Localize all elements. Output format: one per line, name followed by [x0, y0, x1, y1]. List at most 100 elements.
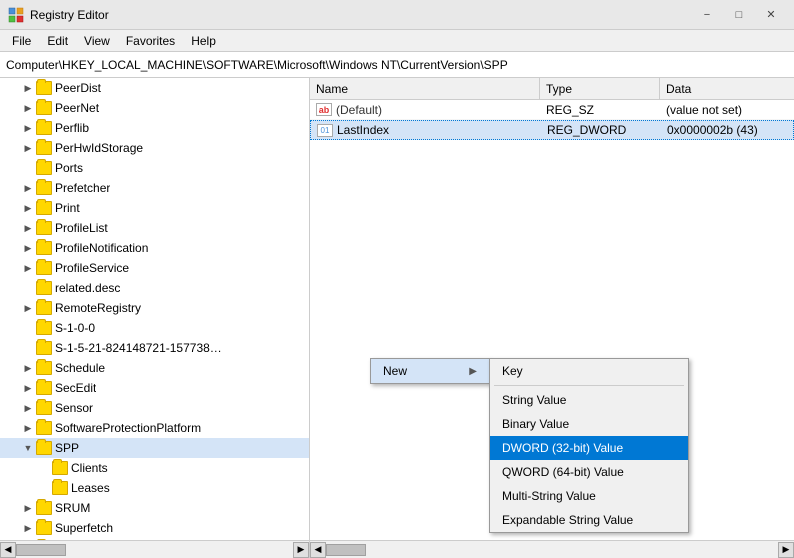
tree-item[interactable]: ▶ProfileList — [0, 218, 309, 238]
reg-scroll-right[interactable]: ▶ — [778, 542, 794, 558]
expand-btn[interactable] — [20, 160, 36, 176]
tree-item-label: SecEdit — [55, 381, 96, 395]
tree-scroll-left[interactable]: ◀ — [0, 542, 16, 558]
tree-item[interactable]: ▼SPP — [0, 438, 309, 458]
tree-hscroll: ◀ ▶ — [0, 541, 310, 558]
tree-item[interactable]: ▶ Superfetch — [0, 518, 309, 538]
expand-btn[interactable] — [36, 460, 52, 476]
expand-btn[interactable]: ▶ — [20, 360, 36, 376]
tree-item[interactable]: ▶ Print — [0, 198, 309, 218]
expand-btn[interactable]: ▶ — [20, 300, 36, 316]
tree-item-label: Perflib — [55, 121, 89, 135]
tree-item[interactable]: ▶ Prefetcher — [0, 178, 309, 198]
reg-scroll-left[interactable]: ◀ — [310, 542, 326, 558]
expand-btn[interactable]: ▼ — [20, 440, 36, 456]
expand-btn[interactable]: ▶ — [20, 500, 36, 516]
tree-item-label: Print — [55, 201, 80, 215]
expand-btn[interactable]: ▶ — [20, 80, 36, 96]
folder-icon — [36, 201, 52, 215]
tree-item[interactable]: ▶RemoteRegistry — [0, 298, 309, 318]
tree-item[interactable]: S-1-0-0 — [0, 318, 309, 338]
table-row[interactable]: 01LastIndexREG_DWORD0x0000002b (43) — [310, 120, 794, 140]
menu-help[interactable]: Help — [183, 32, 224, 50]
tree-item[interactable]: related.desc — [0, 278, 309, 298]
ctx-new-item[interactable]: New ▶ — [371, 359, 489, 383]
maximize-button[interactable]: □ — [724, 4, 754, 26]
registry-hscroll: ◀ ▶ — [310, 541, 794, 558]
folder-icon — [36, 381, 52, 395]
tree-item[interactable]: ▶ PerHwIdStorage — [0, 138, 309, 158]
expand-btn[interactable]: ▶ — [20, 520, 36, 536]
tree-item-label: Sensor — [55, 401, 93, 415]
tree-item-label: S-1-5-21-824148721-157738… — [55, 341, 222, 355]
expand-btn[interactable]: ▶ — [20, 240, 36, 256]
tree-scroll[interactable]: ▶PeerDist▶PeerNet▶Perflib▶PerHwIdStorage… — [0, 78, 309, 540]
tree-item-label: Prefetcher — [55, 181, 110, 195]
expand-btn[interactable] — [20, 340, 36, 356]
tree-item[interactable]: Ports — [0, 158, 309, 178]
submenu-item[interactable]: Key — [490, 359, 688, 383]
tree-item[interactable]: ▶ SecEdit — [0, 378, 309, 398]
menu-view[interactable]: View — [76, 32, 118, 50]
expand-btn[interactable]: ▶ — [20, 420, 36, 436]
row-name: LastIndex — [337, 123, 389, 137]
tree-item-label: SoftwareProtectionPlatform — [55, 421, 201, 435]
tree-scroll-right[interactable]: ▶ — [293, 542, 309, 558]
expand-btn[interactable]: ▶ — [20, 200, 36, 216]
folder-icon — [36, 361, 52, 375]
expand-btn[interactable]: ▶ — [20, 180, 36, 196]
tree-item[interactable]: ▶PeerNet — [0, 98, 309, 118]
expand-btn[interactable] — [20, 280, 36, 296]
folder-icon — [36, 161, 52, 175]
submenu-item[interactable]: QWORD (64-bit) Value — [490, 460, 688, 484]
tree-item[interactable]: ▶Schedule — [0, 358, 309, 378]
submenu-item[interactable]: Multi-String Value — [490, 484, 688, 508]
submenu: Key String ValueBinary ValueDWORD (32-bit… — [489, 358, 689, 533]
col-header-name: Name — [310, 78, 540, 99]
minimize-button[interactable]: − — [692, 4, 722, 26]
tree-item[interactable]: ▶SRUM — [0, 498, 309, 518]
folder-icon — [36, 181, 52, 195]
table-row[interactable]: ab(Default)REG_SZ(value not set) — [310, 100, 794, 120]
menu-file[interactable]: File — [4, 32, 39, 50]
menu-favorites[interactable]: Favorites — [118, 32, 183, 50]
tree-item-label: Ports — [55, 161, 83, 175]
expand-btn[interactable]: ▶ — [20, 100, 36, 116]
tree-item-label: Superfetch — [55, 521, 113, 535]
tree-item-label: PeerDist — [55, 81, 101, 95]
tree-item[interactable]: S-1-5-21-824148721-157738… — [0, 338, 309, 358]
col-header-type: Type — [540, 78, 660, 99]
tree-item[interactable]: Leases — [0, 478, 309, 498]
expand-btn[interactable] — [36, 480, 52, 496]
folder-icon — [36, 121, 52, 135]
dword-icon: 01 — [317, 124, 333, 137]
tree-item[interactable]: ▶ProfileService — [0, 258, 309, 278]
tree-item-label: S-1-0-0 — [55, 321, 95, 335]
tree-item[interactable]: ▶ Perflib — [0, 118, 309, 138]
reg-scroll-thumb[interactable] — [326, 544, 366, 556]
menu-edit[interactable]: Edit — [39, 32, 76, 50]
tree-item[interactable]: ▶ Sensor — [0, 398, 309, 418]
expand-btn[interactable]: ▶ — [20, 380, 36, 396]
close-button[interactable]: ✕ — [756, 4, 786, 26]
folder-icon — [36, 261, 52, 275]
tree-item[interactable]: ▶ProfileNotification — [0, 238, 309, 258]
expand-btn[interactable]: ▶ — [20, 400, 36, 416]
submenu-item[interactable]: Binary Value — [490, 412, 688, 436]
expand-btn[interactable]: ▶ — [20, 220, 36, 236]
expand-btn[interactable]: ▶ — [20, 140, 36, 156]
tree-scroll-thumb[interactable] — [16, 544, 66, 556]
tree-item[interactable]: Clients — [0, 458, 309, 478]
tree-item-label: PerHwIdStorage — [55, 141, 143, 155]
expand-btn[interactable]: ▶ — [20, 260, 36, 276]
submenu-item[interactable]: Expandable String Value — [490, 508, 688, 532]
tree-item[interactable]: ▶ PeerDist — [0, 78, 309, 98]
tree-item[interactable]: ▶ SoftwareProtectionPlatform — [0, 418, 309, 438]
tree-item[interactable]: ▶Svchost — [0, 538, 309, 540]
submenu-item[interactable]: DWORD (32-bit) Value — [490, 436, 688, 460]
expand-btn[interactable]: ▶ — [20, 120, 36, 136]
bottom-bar: ◀ ▶ ◀ ▶ — [0, 540, 794, 558]
row-type-cell: REG_DWORD — [541, 123, 661, 137]
submenu-item[interactable]: String Value — [490, 388, 688, 412]
expand-btn[interactable] — [20, 320, 36, 336]
